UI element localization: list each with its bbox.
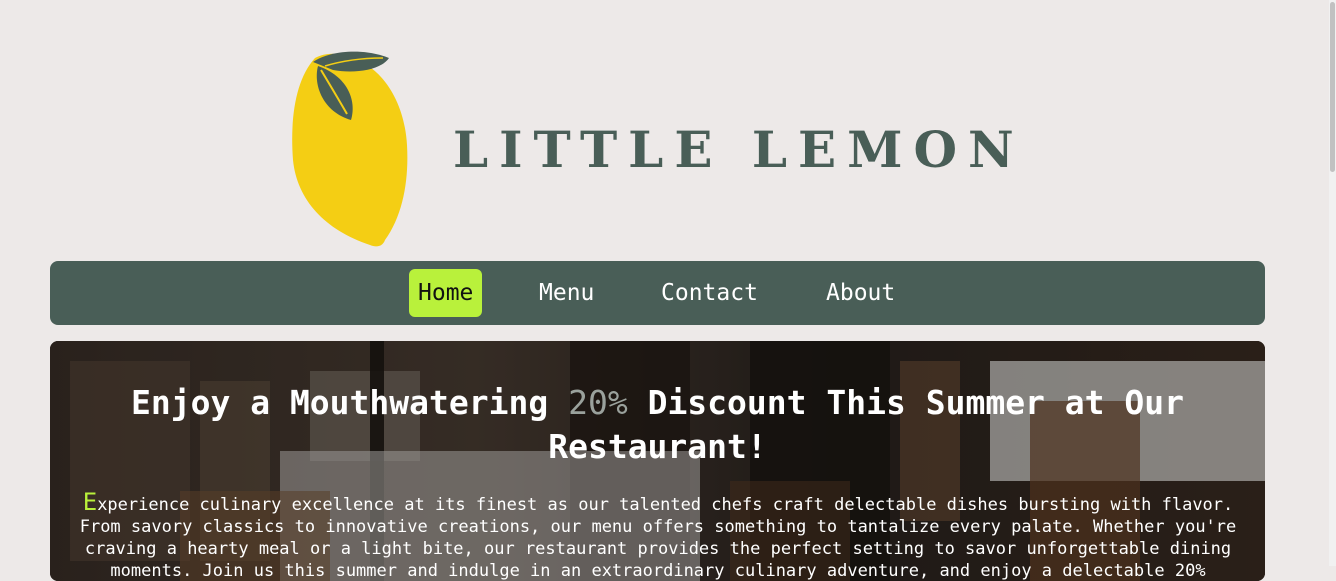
nav-item-about[interactable]: About — [826, 269, 895, 317]
hero-description: Experience culinary excellence at its fi… — [68, 488, 1248, 581]
nav-item-menu[interactable]: Menu — [539, 269, 594, 317]
brand-name: LITTLE LEMON — [453, 120, 1025, 179]
hero-title-end: Discount This Summer at Our Restaurant! — [548, 383, 1184, 466]
hero-title: Enjoy a Mouthwatering 20% Discount This … — [90, 381, 1225, 469]
page-scrollbar[interactable] — [1329, 0, 1336, 566]
brand-logo: LITTLE LEMON — [285, 40, 1045, 250]
discount-highlight: 20% — [568, 383, 628, 422]
main-navigation: Home Menu Contact About — [50, 261, 1265, 325]
hero-title-start: Enjoy a Mouthwatering — [131, 383, 569, 422]
nav-item-home[interactable]: Home — [409, 269, 483, 317]
scrollbar-thumb[interactable] — [1330, 2, 1335, 172]
drop-cap: E — [82, 488, 98, 516]
nav-item-contact[interactable]: Contact — [661, 269, 758, 317]
hero-banner: Enjoy a Mouthwatering 20% Discount This … — [50, 341, 1265, 581]
lemon-icon — [292, 51, 408, 247]
hero-description-text: xperience culinary excellence at its fin… — [79, 495, 1237, 581]
